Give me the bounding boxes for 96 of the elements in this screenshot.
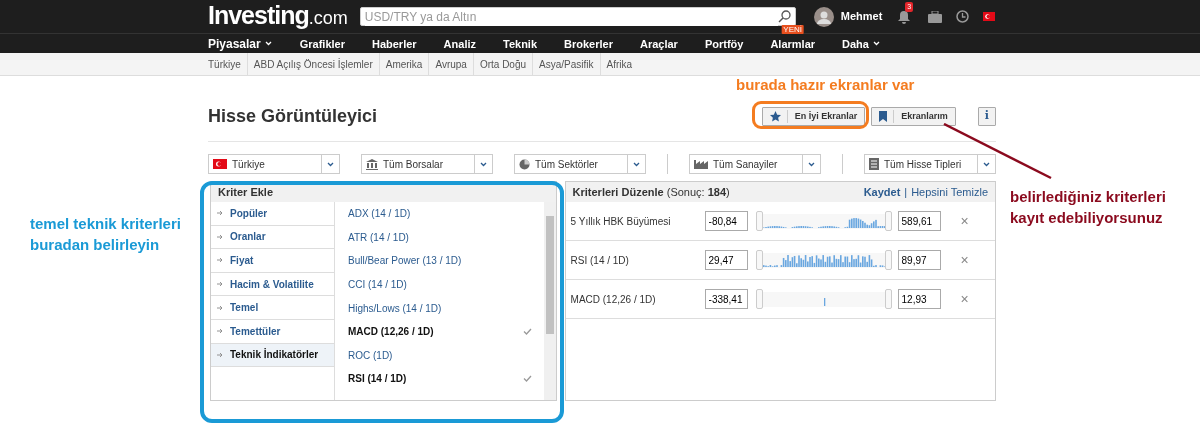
criterion-item[interactable]: ADX (14 / 1D)	[335, 202, 544, 226]
range-handle[interactable]	[755, 289, 763, 309]
category-item[interactable]: Teknik İndikatörler	[211, 343, 334, 368]
pie-chart-icon	[519, 158, 530, 170]
filter-dropdown[interactable]: Tüm Sanayiler	[689, 154, 821, 174]
caret-icon	[808, 161, 815, 167]
factory-icon	[694, 159, 708, 169]
arrow-icon	[217, 351, 223, 358]
caret-icon	[480, 161, 487, 167]
region-link[interactable]: Türkiye	[202, 53, 248, 75]
nav-link[interactable]: Daha	[842, 35, 880, 52]
save-link[interactable]: Kaydet	[863, 182, 901, 202]
document-icon	[868, 158, 879, 170]
min-value-field[interactable]: 29,47	[704, 250, 748, 270]
max-value-field[interactable]: 589,61	[897, 211, 941, 231]
bank-icon	[366, 158, 378, 170]
criterion-name: MACD (12,26 / 1D)	[570, 292, 657, 307]
range-handle[interactable]	[884, 250, 892, 270]
briefcase-icon[interactable]	[928, 10, 943, 23]
nav-link[interactable]: Haberler	[371, 35, 417, 52]
arrow-icon	[217, 328, 223, 335]
region-link[interactable]: Amerika	[379, 53, 430, 75]
criterion-item[interactable]: RSI (14 / 1D)	[335, 367, 544, 391]
remove-button[interactable]: ×	[960, 249, 969, 271]
arrow-icon	[217, 281, 223, 288]
clock-icon[interactable]	[956, 10, 970, 23]
category-item[interactable]: Fiyat	[211, 249, 334, 273]
range-handle[interactable]	[884, 211, 892, 231]
region-link[interactable]: Asya/Pasifik	[533, 53, 601, 75]
filter-dropdown[interactable]: Tüm Hisse Tipleri	[863, 154, 996, 174]
min-value-field[interactable]: -338,41	[704, 289, 748, 309]
page-title: Hisse Görüntüleyici	[208, 105, 378, 128]
flag-icon	[213, 159, 227, 169]
max-value-field[interactable]: 89,97	[897, 250, 941, 270]
category-item[interactable]: Temel	[211, 296, 334, 320]
caret-icon	[327, 161, 334, 167]
filter-dropdown[interactable]: Tüm Borsalar	[361, 154, 493, 174]
arrow-icon	[217, 233, 223, 240]
avatar[interactable]	[813, 6, 834, 27]
panel-title: Kriterleri Düzenle (Sonuç: 184)	[572, 185, 730, 200]
nav-link[interactable]: Portföy	[704, 35, 744, 52]
annotation-text: burada hazır ekranlar var	[736, 75, 915, 95]
criterion-name: RSI (14 / 1D)	[570, 253, 630, 268]
new-badge: YENİ	[781, 24, 805, 34]
caret-icon	[633, 161, 640, 167]
max-value-field[interactable]: 12,93	[897, 289, 941, 309]
nav-link[interactable]: Araçlar	[639, 35, 678, 52]
category-item[interactable]: Temettüler	[211, 319, 334, 344]
criterion-item[interactable]: ATR (14 / 1D)	[335, 225, 544, 250]
bookmark-icon	[879, 111, 888, 122]
filter-dropdown[interactable]: Türkiye	[208, 154, 340, 174]
flag-icon[interactable]	[983, 12, 996, 21]
range-handle[interactable]	[755, 211, 763, 231]
my-screens-button[interactable]: Ekranlarım	[871, 107, 956, 126]
arrow-icon	[217, 304, 223, 311]
criterion-item[interactable]: Highs/Lows (14 / 1D)	[335, 296, 544, 320]
scrollbar[interactable]	[543, 202, 556, 400]
remove-button[interactable]: ×	[960, 288, 969, 310]
criterion-name: 5 Yıllık HBK Büyümesi	[570, 214, 672, 229]
top-screens-button[interactable]: En İyi Ekranlar	[761, 107, 866, 126]
category-item[interactable]: Oranlar	[211, 225, 334, 250]
criterion-item[interactable]: CCI (14 / 1D)	[335, 272, 544, 297]
nav-link[interactable]: Teknik	[503, 35, 538, 52]
star-icon	[769, 111, 781, 122]
user-name[interactable]: Mehmet	[840, 8, 883, 25]
nav-link[interactable]: Piyasalar	[208, 34, 272, 53]
criterion-item[interactable]: MACD (12,26 / 1D)	[335, 319, 544, 344]
logo[interactable]: Investing.com	[208, 0, 348, 35]
nav-link[interactable]: Alarmlar	[770, 35, 816, 52]
remove-button[interactable]: ×	[960, 210, 969, 232]
nav-link[interactable]: Brokerler	[564, 35, 613, 52]
region-link[interactable]: ABD Açılış Öncesi İşlemler	[247, 53, 380, 75]
nav-link[interactable]: Analiz	[443, 35, 476, 52]
nav-link[interactable]: Grafikler	[299, 35, 345, 52]
range-handle[interactable]	[755, 250, 763, 270]
search-icon	[777, 10, 791, 23]
arrow-icon	[217, 257, 223, 264]
region-link[interactable]: Orta Doğu	[473, 53, 534, 75]
annotation-text: belirlediğiniz kriterleri kayıt edebiliyorsunuz	[1010, 187, 1167, 228]
filter-dropdown[interactable]: Tüm Sektörler	[514, 154, 646, 174]
min-value-field[interactable]: -80,84	[704, 211, 748, 231]
category-item[interactable]: Popüler	[211, 202, 334, 226]
info-button[interactable]: i	[977, 107, 996, 126]
arrow-icon	[217, 210, 223, 217]
annotation-text: temel teknik kriterleri buradan belirleyin	[30, 214, 182, 255]
clear-all-link[interactable]: Hepsini Temizle	[911, 182, 988, 202]
link-separator: |	[904, 185, 908, 200]
range-handle[interactable]	[884, 289, 892, 309]
region-link[interactable]: Avrupa	[429, 53, 474, 75]
region-link[interactable]: Afrika	[600, 53, 639, 75]
bell-icon[interactable]	[898, 10, 911, 24]
caret-icon	[982, 161, 990, 167]
criterion-item[interactable]: Bull/Bear Power (13 / 1D)	[335, 249, 544, 273]
criterion-item[interactable]: ROC (1D)	[335, 343, 544, 368]
search-field[interactable]: USD/TRY ya da Altın	[359, 7, 796, 26]
category-item[interactable]: Hacim & Volatilite	[211, 272, 334, 297]
